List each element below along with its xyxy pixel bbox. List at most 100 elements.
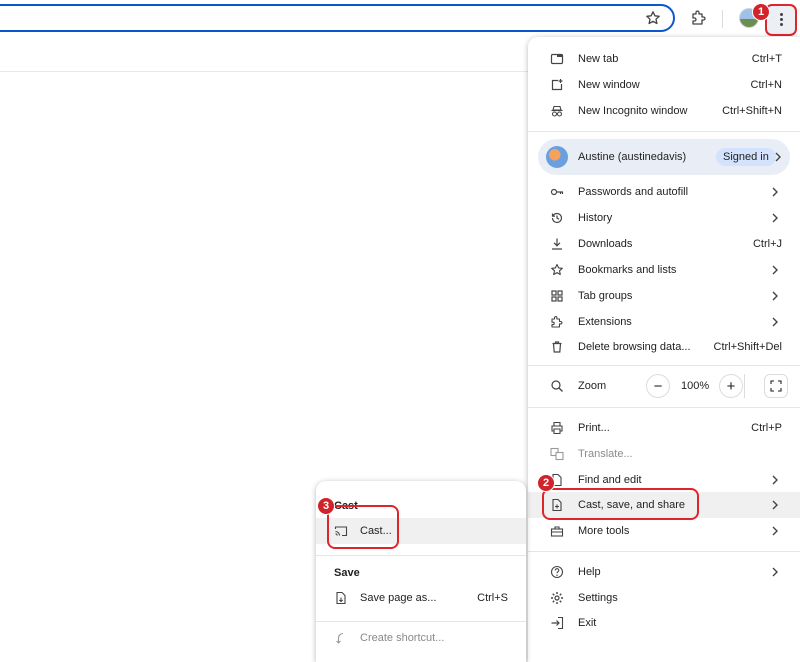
chrome-main-menu: New tab Ctrl+T New window Ctrl+N New Inc… [528, 37, 800, 662]
menu-item-translate[interactable]: Translate... [528, 441, 800, 467]
menu-item-label: Find and edit [578, 474, 642, 486]
trash-icon [550, 340, 564, 354]
menu-item-label: Delete browsing data... [578, 341, 691, 353]
menu-item-label: Passwords and autofill [578, 186, 689, 198]
incognito-icon [550, 104, 564, 118]
menu-item-label: History [578, 212, 613, 224]
new-tab-icon [550, 52, 564, 66]
menu-divider [528, 407, 800, 408]
signed-in-badge: Signed in [716, 148, 776, 166]
browser-toolbar [0, 0, 800, 38]
extensions-icon[interactable] [690, 9, 708, 27]
profile-name: Austine (austinedavis) [578, 151, 687, 163]
menu-item-label: More tools [578, 525, 630, 537]
gear-icon [550, 591, 564, 605]
more-vert-icon [780, 13, 783, 28]
menu-item-downloads[interactable]: Downloads Ctrl+J [528, 231, 800, 257]
zoom-in-button[interactable]: + [719, 374, 743, 398]
menu-divider [528, 551, 800, 552]
menu-item-settings[interactable]: Settings [528, 585, 800, 611]
step-badge-1: 1 [752, 3, 770, 21]
shortcut-text: Ctrl+Shift+Del [713, 341, 782, 353]
menu-item-bookmarks[interactable]: Bookmarks and lists [528, 257, 800, 283]
chevron-right-icon [774, 151, 782, 163]
toolbox-icon [550, 524, 564, 538]
profile-avatar [546, 146, 568, 168]
exit-icon [550, 616, 564, 630]
menu-divider [528, 365, 800, 366]
menu-item-extensions[interactable]: Extensions [528, 309, 800, 335]
menu-item-label: Settings [578, 592, 618, 604]
star-icon[interactable] [645, 10, 661, 26]
step-badge-3: 3 [317, 497, 335, 515]
new-window-icon [550, 78, 564, 92]
menu-item-label: Tab groups [578, 290, 633, 302]
print-icon [550, 421, 564, 435]
menu-item-label: Downloads [578, 238, 633, 250]
menu-item-label: New window [578, 79, 640, 91]
chevron-right-icon [771, 186, 779, 198]
fullscreen-icon [770, 380, 782, 392]
submenu-divider [316, 621, 526, 622]
help-icon [550, 565, 564, 579]
menu-item-label: New tab [578, 53, 619, 65]
tab-groups-icon [550, 289, 564, 303]
submenu-divider [316, 555, 526, 556]
chevron-right-icon [771, 316, 779, 328]
shortcut-text: Ctrl+N [750, 79, 782, 91]
menu-item-new-incognito[interactable]: New Incognito window Ctrl+Shift+N [528, 98, 800, 124]
menu-item-label: Create shortcut... [360, 632, 445, 644]
chevron-right-icon [771, 525, 779, 537]
more-menu-button[interactable] [765, 4, 797, 36]
step-badge-2: 2 [537, 474, 555, 492]
menu-item-print[interactable]: Print... Ctrl+P [528, 415, 800, 441]
save-page-icon [334, 591, 348, 605]
chevron-right-icon [771, 290, 779, 302]
menu-item-tab-groups[interactable]: Tab groups [528, 283, 800, 309]
zoom-icon [550, 379, 564, 393]
menu-item-exit[interactable]: Exit [528, 610, 800, 636]
menu-item-delete-data[interactable]: Delete browsing data... Ctrl+Shift+Del [528, 334, 800, 360]
extensions-icon [550, 315, 564, 329]
chevron-right-icon [771, 499, 779, 511]
zoom-out-button[interactable]: − [646, 374, 670, 398]
chevron-right-icon [771, 264, 779, 276]
cast-highlight [327, 505, 399, 549]
address-bar[interactable] [0, 4, 675, 32]
menu-item-label: Exit [578, 617, 597, 629]
menu-item-label: Save page as... [360, 592, 437, 604]
menu-item-help[interactable]: Help [528, 559, 800, 585]
history-icon [550, 211, 564, 225]
menu-item-new-window[interactable]: New window Ctrl+N [528, 72, 800, 98]
chevron-right-icon [771, 566, 779, 578]
toolbar-divider [722, 10, 723, 28]
save-heading: Save [334, 567, 360, 579]
menu-item-label: Bookmarks and lists [578, 264, 677, 276]
menu-item-label: Zoom [578, 380, 607, 392]
shortcut-text: Ctrl+J [752, 238, 782, 250]
shortcut-text: Ctrl+T [751, 53, 782, 65]
fullscreen-button[interactable] [764, 374, 788, 398]
menu-divider [528, 131, 800, 132]
menu-item-label: New Incognito window [578, 105, 688, 117]
menu-item-more-tools[interactable]: More tools [528, 518, 800, 544]
menu-item-passwords[interactable]: Passwords and autofill [528, 179, 800, 205]
menu-item-label: Extensions [578, 316, 632, 328]
menu-item-label: Print... [578, 422, 610, 434]
star-icon [550, 263, 564, 277]
shortcut-icon [334, 631, 348, 645]
profile-row[interactable]: Austine (austinedavis) Signed in [538, 139, 790, 175]
key-icon [550, 185, 564, 199]
submenu-item-create-shortcut[interactable]: Create shortcut... [316, 625, 526, 651]
page-divider [0, 71, 528, 72]
menu-item-history[interactable]: History [528, 205, 800, 231]
submenu-item-save-page[interactable]: Save page as... Ctrl+S [316, 585, 526, 611]
menu-item-new-tab[interactable]: New tab Ctrl+T [528, 46, 800, 72]
chevron-right-icon [771, 474, 779, 486]
shortcut-text: Ctrl+Shift+N [722, 105, 782, 117]
chevron-right-icon [771, 212, 779, 224]
menu-item-label: Help [578, 566, 601, 578]
download-icon [550, 237, 564, 251]
shortcut-text: Ctrl+P [751, 422, 782, 434]
zoom-divider [744, 374, 745, 398]
